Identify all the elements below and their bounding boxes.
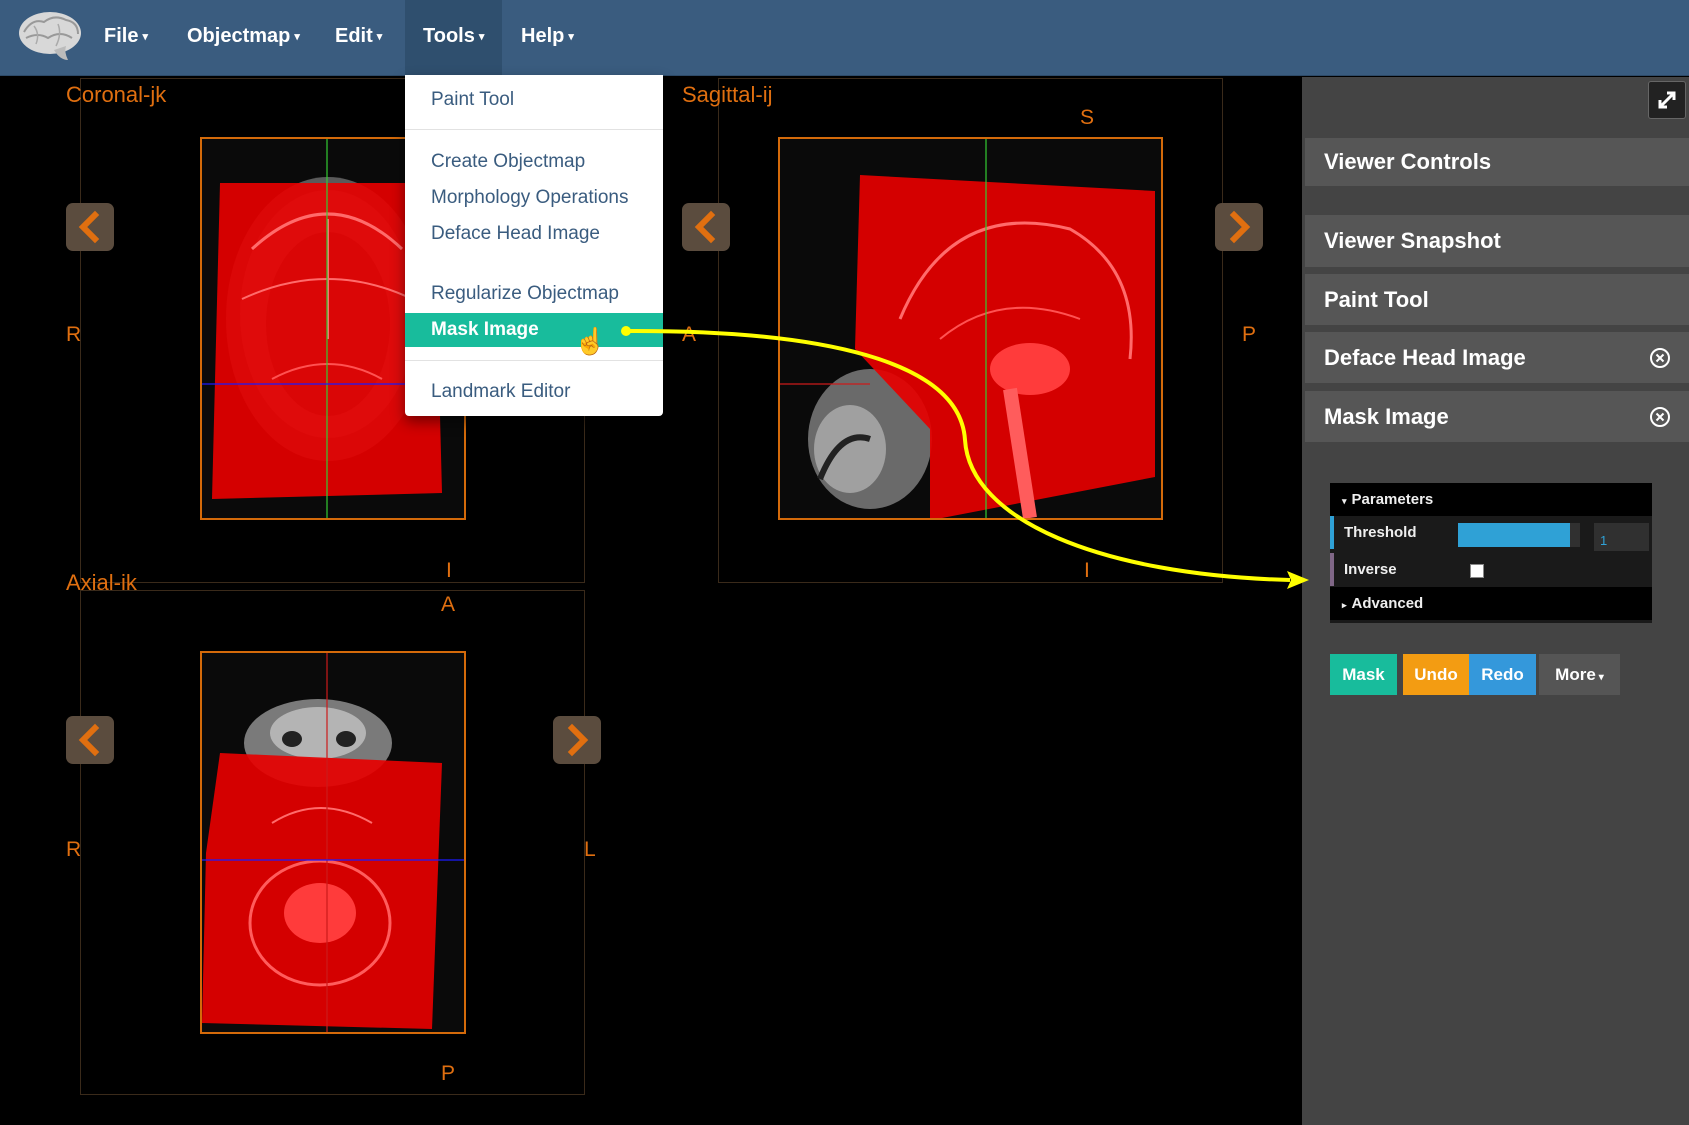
sagittal-next-button[interactable] bbox=[1215, 203, 1263, 251]
chevron-left-icon bbox=[78, 723, 100, 757]
panel-viewer-snapshot[interactable]: Viewer Snapshot bbox=[1305, 215, 1689, 267]
coronal-orient-left: R bbox=[66, 323, 82, 346]
axial-next-button[interactable] bbox=[553, 716, 601, 764]
coronal-label: Coronal-jk bbox=[66, 82, 167, 107]
menu-item-create-objectmap[interactable]: Create Objectmap bbox=[405, 145, 663, 179]
chevron-right-icon bbox=[1229, 210, 1251, 244]
threshold-label: Threshold bbox=[1344, 524, 1417, 541]
advanced-folder[interactable]: ▸ Advanced bbox=[1330, 587, 1652, 620]
menu-file[interactable]: File ▾ bbox=[86, 0, 166, 75]
sagittal-orient-top: S bbox=[1080, 106, 1095, 129]
sagittal-orient-left: A bbox=[682, 323, 697, 346]
collapse-arrows-icon[interactable] bbox=[1648, 81, 1686, 119]
sagittal-prev-button[interactable] bbox=[682, 203, 730, 251]
menu-item-deface-head-image[interactable]: Deface Head Image bbox=[405, 217, 663, 251]
menu-objectmap[interactable]: Objectmap ▾ bbox=[169, 0, 318, 75]
menu-item-morphology-operations[interactable]: Morphology Operations bbox=[405, 181, 663, 215]
menu-item-mask-image[interactable]: Mask Image bbox=[405, 313, 663, 347]
threshold-row: Threshold 1 bbox=[1330, 516, 1652, 551]
panel-mask-image[interactable]: Mask Image bbox=[1305, 391, 1689, 442]
more-dropdown-button[interactable]: More ▾ bbox=[1539, 654, 1620, 695]
app-root: File ▾ Objectmap ▾ Edit ▾ Tools ▾ Help ▾ Coro… bbox=[0, 0, 1689, 1125]
sagittal-orient-bottom: I bbox=[1084, 559, 1090, 582]
chevron-left-icon bbox=[78, 210, 100, 244]
menu-tools[interactable]: Tools ▾ bbox=[405, 0, 503, 75]
threshold-slider[interactable] bbox=[1458, 523, 1580, 547]
navbar: File ▾ Objectmap ▾ Edit ▾ Tools ▾ Help ▾ bbox=[0, 0, 1689, 76]
menu-edit[interactable]: Edit ▾ bbox=[317, 0, 400, 75]
chevron-right-icon bbox=[567, 723, 589, 757]
brain-logo-icon[interactable] bbox=[14, 6, 86, 66]
close-circle-icon[interactable] bbox=[1649, 347, 1671, 369]
menu-item-landmark-editor[interactable]: Landmark Editor bbox=[405, 375, 663, 409]
tools-dropdown: Paint Tool Create Objectmap Morphology O… bbox=[405, 75, 663, 416]
coronal-prev-button[interactable] bbox=[66, 203, 114, 251]
inverse-label: Inverse bbox=[1344, 561, 1397, 578]
menu-divider bbox=[405, 360, 663, 361]
parameters-folder[interactable]: ▾ Parameters bbox=[1330, 483, 1652, 516]
sagittal-image[interactable] bbox=[778, 137, 1163, 520]
close-circle-icon[interactable] bbox=[1649, 406, 1671, 428]
axial-image[interactable] bbox=[200, 651, 466, 1034]
axial-orient-top: A bbox=[441, 593, 456, 616]
menu-divider bbox=[405, 129, 663, 130]
threshold-slider-fill bbox=[1458, 523, 1571, 547]
menu-item-regularize-objectmap[interactable]: Regularize Objectmap bbox=[405, 277, 663, 311]
coronal-orient-bottom: I bbox=[446, 559, 452, 582]
undo-button[interactable]: Undo bbox=[1403, 654, 1469, 695]
threshold-input[interactable]: 1 bbox=[1594, 523, 1649, 551]
panel-viewer-controls[interactable]: Viewer Controls bbox=[1305, 138, 1689, 186]
chevron-left-icon bbox=[694, 210, 716, 244]
sagittal-orient-right: P bbox=[1242, 323, 1257, 346]
axial-prev-button[interactable] bbox=[66, 716, 114, 764]
axial-orient-left: R bbox=[66, 838, 82, 861]
mask-parameters-gui: ▾ Parameters Threshold 1 Inverse ▸ Advance… bbox=[1330, 483, 1652, 623]
redo-button[interactable]: Redo bbox=[1469, 654, 1536, 695]
menu-help[interactable]: Help ▾ bbox=[503, 0, 592, 75]
sagittal-label: Sagittal-ij bbox=[682, 82, 773, 107]
inverse-checkbox[interactable] bbox=[1470, 564, 1484, 578]
axial-orient-bottom: P bbox=[441, 1062, 456, 1085]
panel-paint-tool[interactable]: Paint Tool bbox=[1305, 274, 1689, 325]
menu-item-paint-tool[interactable]: Paint Tool bbox=[405, 83, 663, 117]
inverse-row: Inverse bbox=[1330, 553, 1652, 586]
axial-label: Axial-ik bbox=[66, 570, 137, 595]
mask-button[interactable]: Mask bbox=[1330, 654, 1397, 695]
hand-pointer-icon: ☝ bbox=[574, 326, 607, 356]
panel-deface-head-image[interactable]: Deface Head Image bbox=[1305, 332, 1689, 383]
axial-orient-right: L bbox=[584, 838, 596, 861]
